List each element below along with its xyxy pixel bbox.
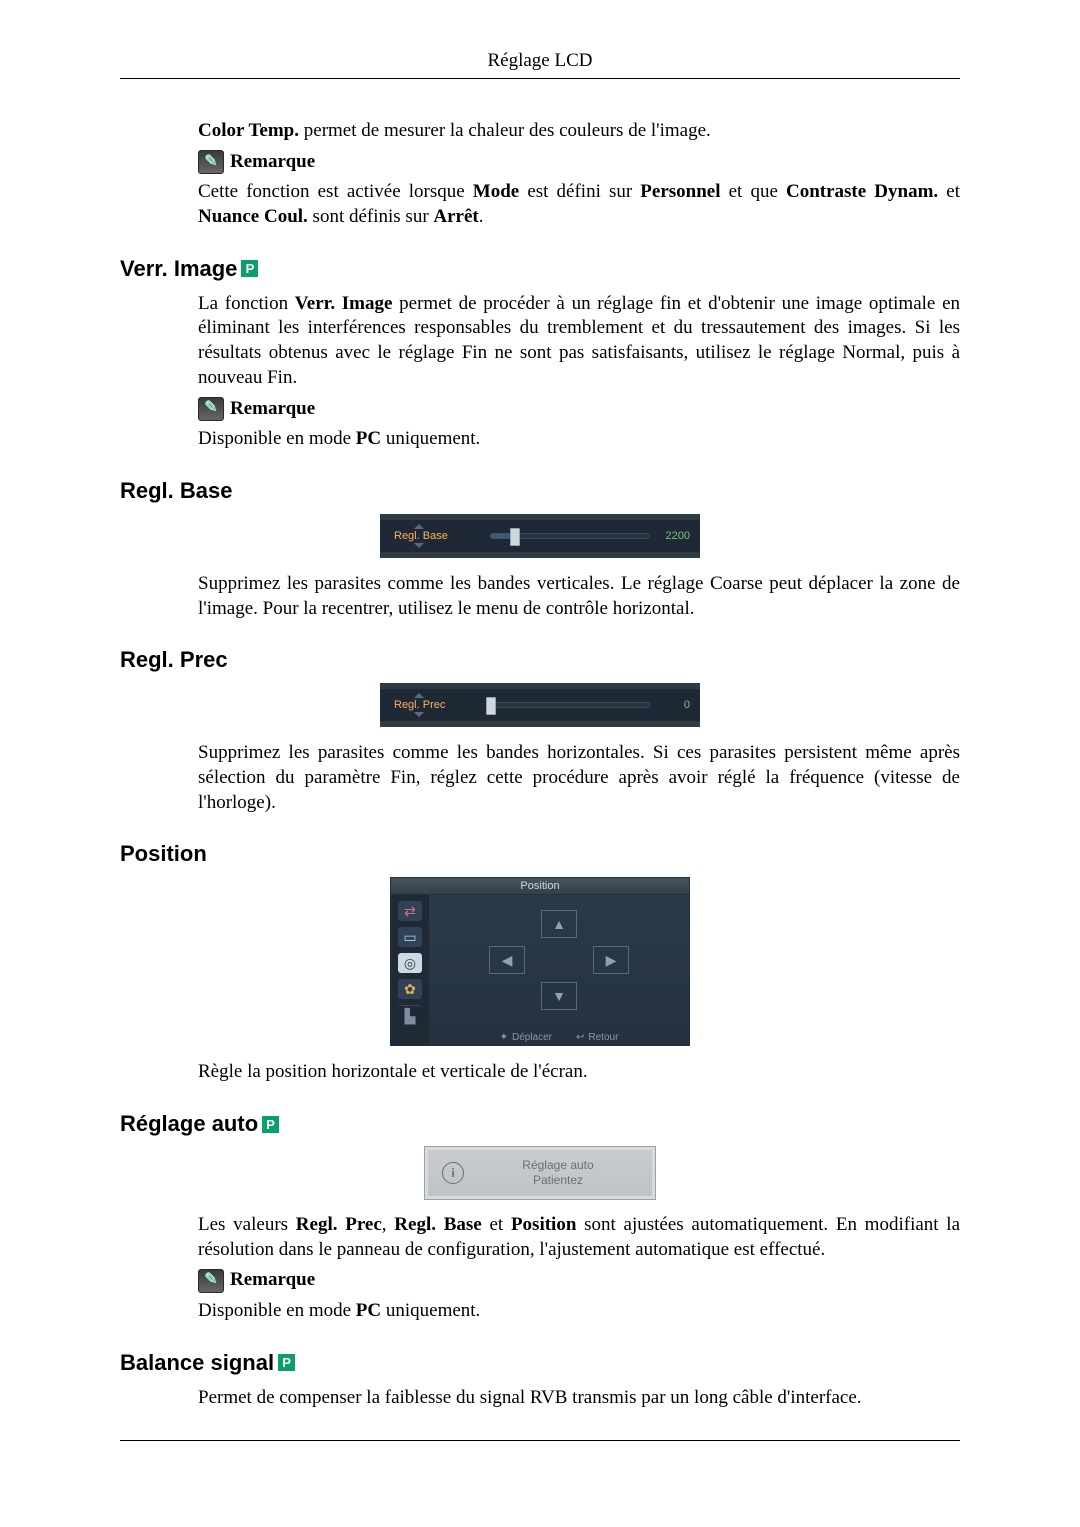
note-icon: ✎ (198, 397, 224, 421)
verr-image-heading-text: Verr. Image (120, 256, 237, 282)
regl-prec-body: Supprimez les parasites comme les bandes… (198, 741, 960, 815)
top-rule (120, 78, 960, 79)
note-icon: ✎ (198, 1269, 224, 1293)
reglage-auto-heading-text: Réglage auto (120, 1111, 258, 1137)
move-left-button[interactable]: ◀ (489, 946, 525, 974)
p-badge-icon: P (278, 1354, 295, 1371)
auto-adjust-popup: i Réglage auto Patientez (425, 1147, 655, 1199)
return-hint: ↩ Retour (576, 1032, 618, 1043)
note-label: Remarque (230, 150, 315, 175)
page-header: Réglage LCD (120, 50, 960, 72)
balance-signal-heading: Balance signal P (120, 1350, 960, 1376)
move-hint: ✦ Déplacer (500, 1032, 552, 1043)
popup-line2: Patientez (533, 1173, 583, 1187)
verr-image-body: La fonction Verr. Image permet de procéd… (198, 292, 960, 391)
regl-base-body: Supprimez les parasites comme les bandes… (198, 572, 960, 621)
slider-knob[interactable] (486, 697, 496, 715)
position-side-icons: ⇄ ▭ ◎ ✿ ▙ (391, 895, 429, 1045)
popup-line1: Réglage auto (522, 1158, 593, 1172)
regl-base-slider[interactable]: Regl. Base 2200 (380, 514, 700, 558)
balance-signal-body: Permet de compenser la faiblesse du sign… (198, 1386, 960, 1411)
note-label: Remarque (230, 1268, 315, 1293)
position-menu-title: Position (390, 877, 690, 895)
move-down-button[interactable]: ▼ (541, 982, 577, 1010)
p-badge-icon: P (262, 1116, 279, 1133)
move-up-button[interactable]: ▲ (541, 910, 577, 938)
reglage-auto-body: Les valeurs Regl. Prec, Regl. Base et Po… (198, 1213, 960, 1262)
p-badge-icon: P (241, 260, 258, 277)
color-temp-note-body: Cette fonction est activée lorsque Mode … (198, 180, 960, 229)
verr-image-heading: Verr. Image P (120, 256, 960, 282)
color-temp-paragraph: Color Temp. permet de mesurer la chaleur… (198, 119, 960, 144)
note-icon: ✎ (198, 150, 224, 174)
position-body: Règle la position horizontale et vertica… (198, 1060, 960, 1085)
chart-icon[interactable]: ▙ (398, 1005, 422, 1026)
gear-icon[interactable]: ✿ (398, 979, 422, 999)
display-icon[interactable]: ▭ (398, 927, 422, 947)
regl-prec-heading: Regl. Prec (120, 647, 960, 673)
slider-value: 2200 (660, 530, 690, 542)
note-label: Remarque (230, 397, 315, 422)
position-menu[interactable]: Position ⇄ ▭ ◎ ✿ ▙ ▲ ◀ ▶ ▼ (390, 877, 690, 1046)
slider-value: 0 (660, 699, 690, 711)
verr-image-note-body: Disponible en mode PC uniquement. (198, 427, 960, 452)
target-icon[interactable]: ◎ (398, 953, 422, 973)
info-icon: i (442, 1162, 464, 1184)
regl-prec-slider[interactable]: Regl. Prec 0 (380, 683, 700, 727)
position-heading: Position (120, 841, 960, 867)
arrows-icon[interactable]: ⇄ (398, 901, 422, 921)
slider-label: Regl. Prec (394, 699, 445, 711)
move-right-button[interactable]: ▶ (593, 946, 629, 974)
balance-signal-heading-text: Balance signal (120, 1350, 274, 1376)
regl-base-heading: Regl. Base (120, 478, 960, 504)
slider-knob[interactable] (510, 528, 520, 546)
slider-label: Regl. Base (394, 530, 448, 542)
reglage-auto-heading: Réglage auto P (120, 1111, 960, 1137)
bottom-rule (120, 1440, 960, 1441)
reglage-auto-note-body: Disponible en mode PC uniquement. (198, 1299, 960, 1324)
